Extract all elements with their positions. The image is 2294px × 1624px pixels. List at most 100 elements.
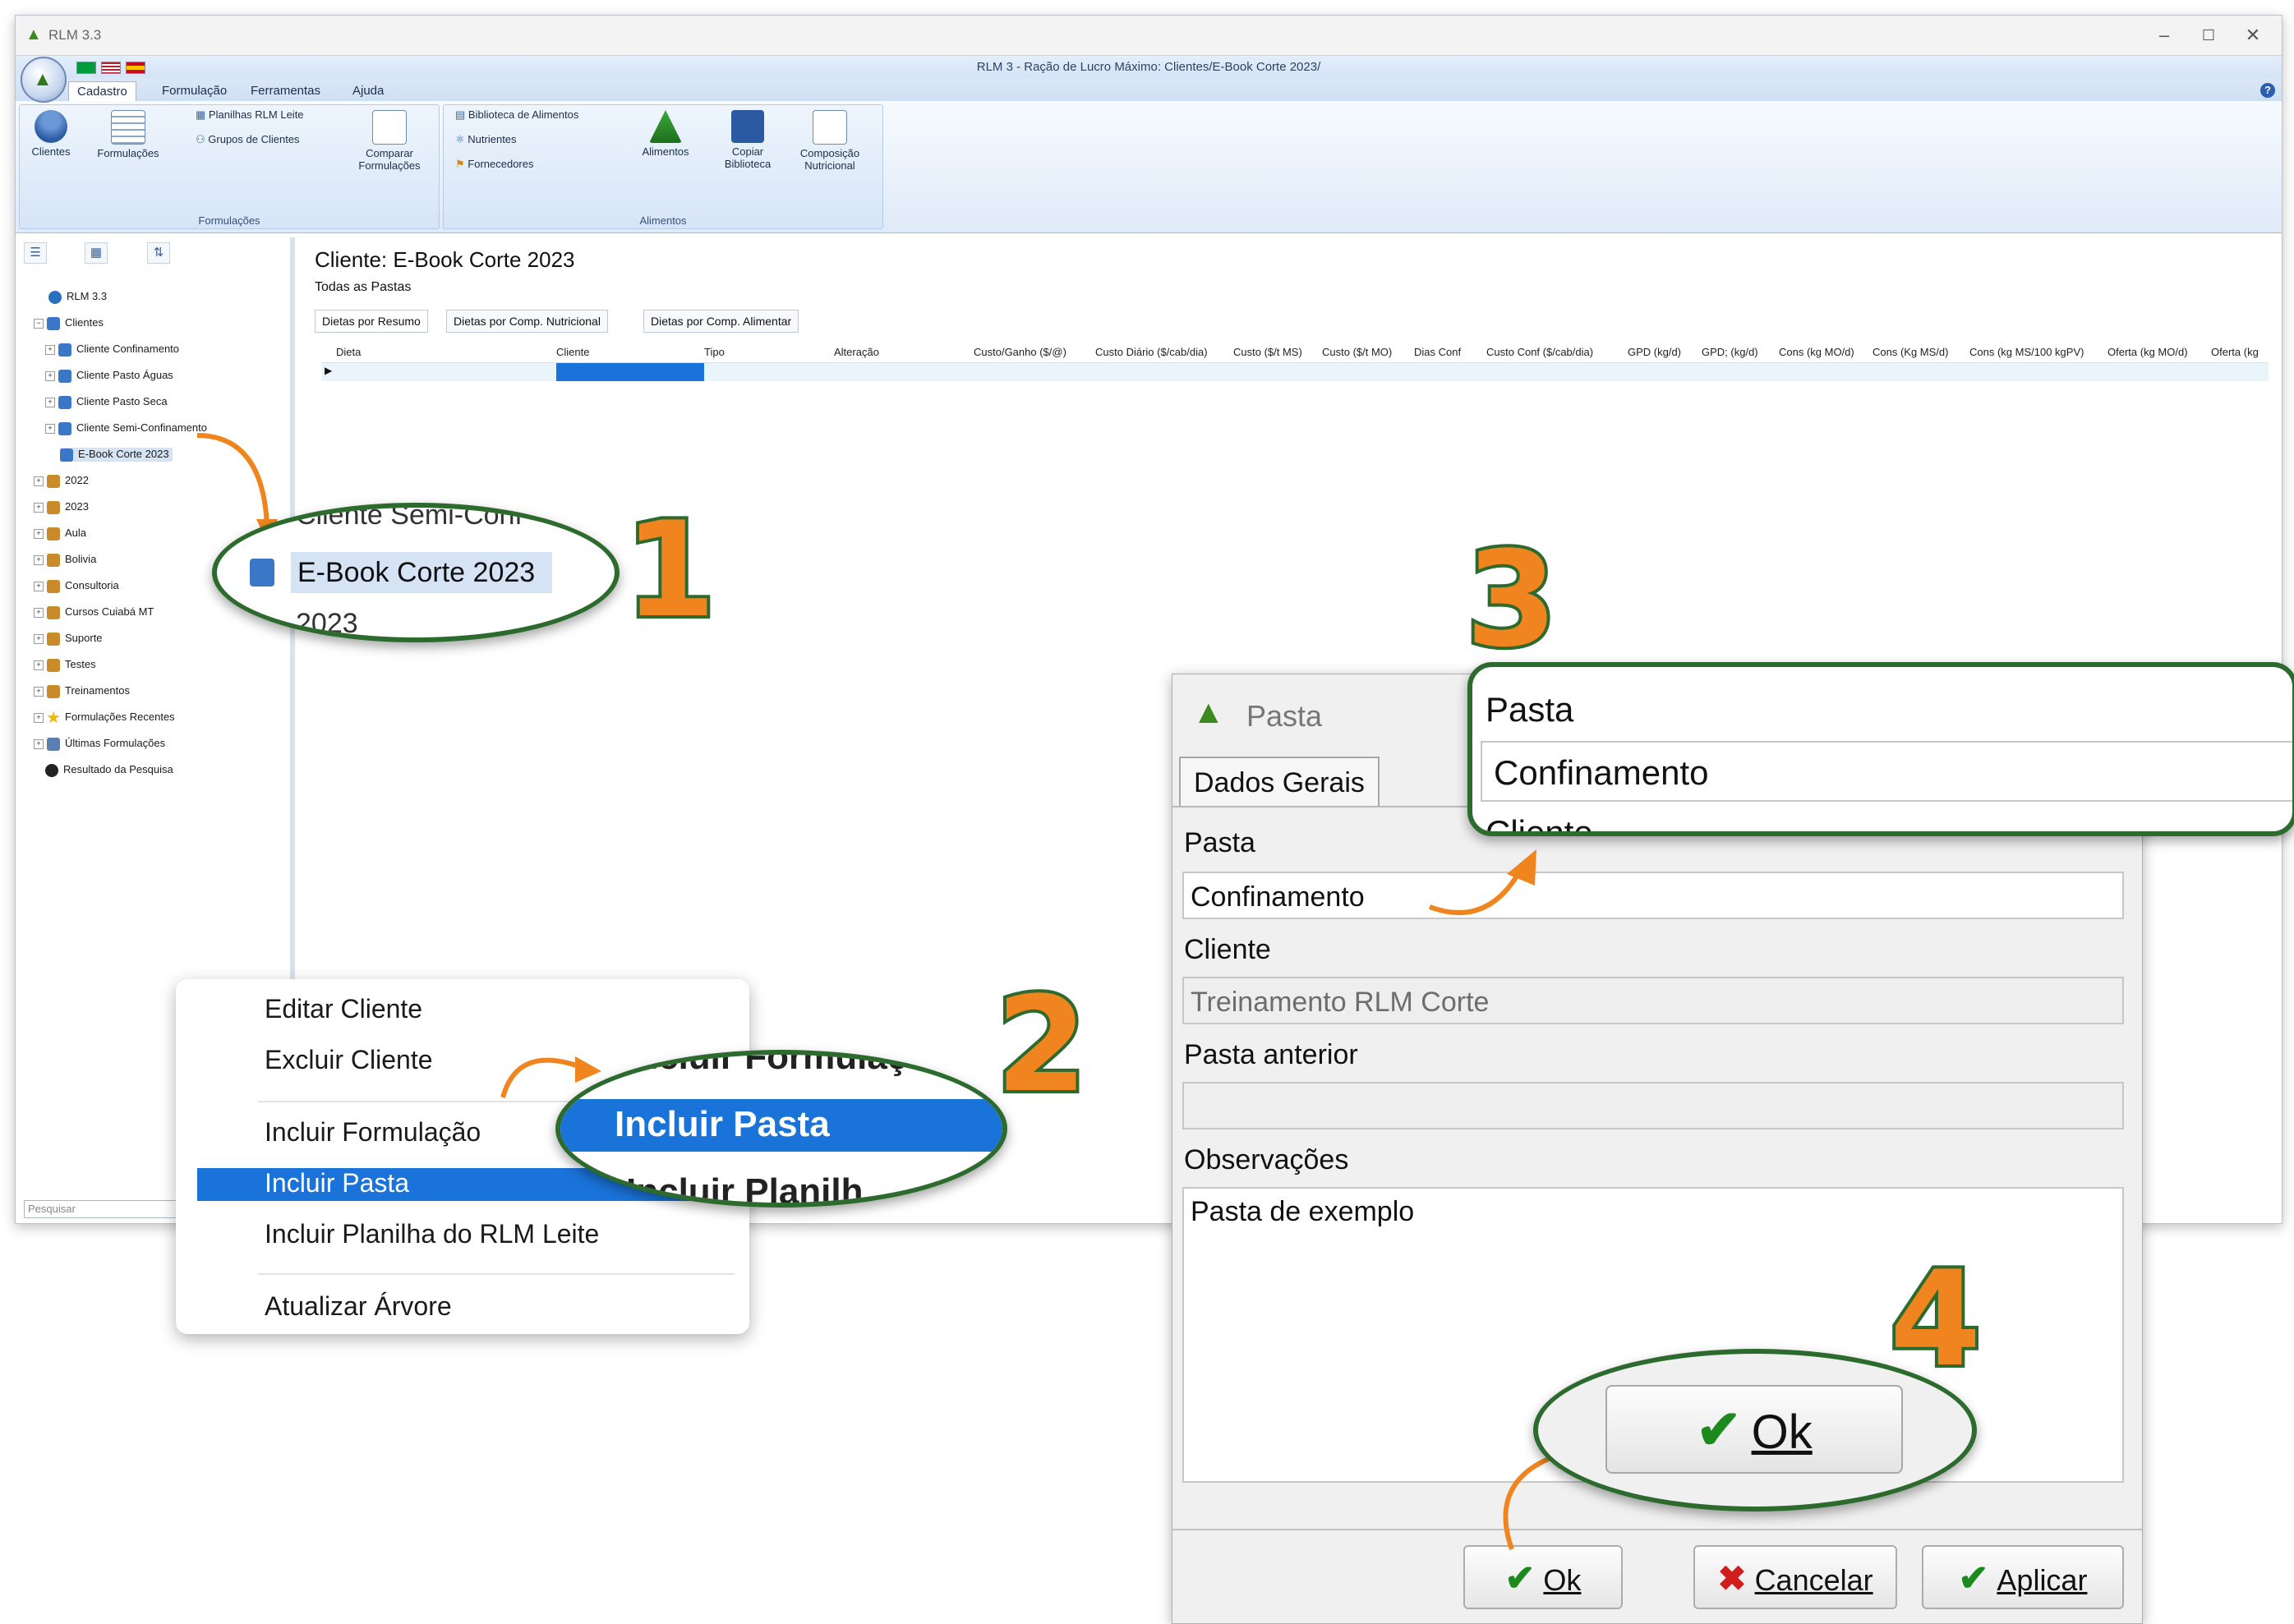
- tree-folder[interactable]: + Consultoria: [34, 579, 119, 593]
- column-header[interactable]: Custo Diário ($/cab/dia): [1095, 346, 1208, 358]
- tab-formulacao[interactable]: Formulação: [154, 81, 235, 101]
- tree-folder-ultimas[interactable]: + Últimas Formulações: [34, 737, 165, 751]
- expand-icon[interactable]: +: [34, 712, 44, 723]
- planilhas-rlm-leite-button[interactable]: ▦ Planilhas RLM Leite: [196, 108, 304, 122]
- column-header[interactable]: Oferta (kg MO/d): [2107, 346, 2188, 358]
- column-header[interactable]: Tipo: [704, 346, 725, 358]
- column-header[interactable]: Cons (kg MS/100 kgPV): [1969, 346, 2084, 358]
- tree-view-icon[interactable]: ☰: [24, 242, 47, 264]
- expand-icon[interactable]: +: [34, 476, 44, 486]
- tree-search-result[interactable]: Resultado da Pesquisa: [45, 763, 173, 777]
- tree-folder[interactable]: + Treinamentos: [34, 684, 130, 698]
- column-header[interactable]: Dieta: [336, 346, 361, 358]
- biblioteca-alimentos-button[interactable]: ▤ Biblioteca de Alimentos: [455, 108, 578, 122]
- tab-cadastro[interactable]: Cadastro: [68, 81, 136, 102]
- tree-root[interactable]: RLM 3.3: [48, 290, 107, 304]
- column-header[interactable]: Dias Conf: [1414, 346, 1461, 358]
- pasta-field[interactable]: Confinamento: [1182, 872, 2124, 919]
- comparar-formulacoes-button[interactable]: Comparar Formulações: [348, 110, 431, 172]
- menu-item-excluir-cliente[interactable]: Excluir Cliente: [265, 1045, 433, 1075]
- callout-partial-text: Cliente: [1486, 813, 1593, 836]
- minimize-button[interactable]: –: [2144, 22, 2185, 48]
- copiar-biblioteca-button[interactable]: Copiar Biblioteca: [715, 110, 781, 170]
- table-icon: [111, 110, 145, 145]
- tree-item-cliente-pasto-seca[interactable]: + Cliente Pasto Seca: [45, 395, 168, 409]
- expand-icon[interactable]: +: [34, 502, 44, 513]
- column-header[interactable]: GPD (kg/d): [1628, 346, 1681, 358]
- tree-item-cliente-pasto-aguas[interactable]: + Cliente Pasto Águas: [45, 369, 173, 383]
- column-header[interactable]: GPD; (kg/d): [1702, 346, 1758, 358]
- sort-icon[interactable]: ⇅: [147, 242, 170, 264]
- tree-folder[interactable]: + Aula: [34, 527, 86, 541]
- ok-button[interactable]: ✔ Ok: [1463, 1545, 1623, 1609]
- expand-icon[interactable]: +: [34, 660, 44, 670]
- tree-folder[interactable]: + Testes: [34, 658, 96, 672]
- tree-item-cliente-confinamento[interactable]: + Cliente Confinamento: [45, 343, 179, 357]
- column-header[interactable]: Alteração: [834, 346, 879, 358]
- expand-icon[interactable]: +: [45, 423, 55, 434]
- grupos-de-clientes-button[interactable]: ⚇ Grupos de Clientes: [196, 133, 300, 146]
- pasta-anterior-field[interactable]: [1182, 1082, 2124, 1129]
- flag-spain-icon[interactable]: [126, 62, 145, 74]
- flag-usa-icon[interactable]: [101, 62, 121, 74]
- composicao-nutricional-button[interactable]: Composição Nutricional: [789, 110, 871, 172]
- expand-icon[interactable]: +: [45, 344, 55, 355]
- collapse-icon[interactable]: −: [34, 318, 44, 329]
- tab-dietas-resumo[interactable]: Dietas por Resumo: [315, 310, 428, 333]
- tree-folder-recentes[interactable]: + Formulações Recentes: [34, 711, 175, 725]
- cancel-button[interactable]: ✖ Cancelar: [1693, 1545, 1897, 1609]
- column-header[interactable]: Cons (Kg MS/d): [1873, 346, 1948, 358]
- table-row[interactable]: ▶: [321, 362, 2269, 381]
- tree-clientes[interactable]: − Clientes: [34, 316, 104, 330]
- column-header[interactable]: Oferta (kg: [2211, 346, 2259, 358]
- ribbon: Clientes Formulações ▦ Planilhas RLM Lei…: [16, 101, 2282, 233]
- close-button[interactable]: ✕: [2232, 22, 2273, 48]
- expand-icon[interactable]: +: [34, 581, 44, 591]
- expand-icon[interactable]: +: [45, 397, 55, 407]
- column-header[interactable]: Cons (kg MO/d): [1779, 346, 1854, 358]
- apply-button[interactable]: ✔ Aplicar: [1922, 1545, 2124, 1609]
- tree-folder[interactable]: +2022: [34, 474, 89, 488]
- formulacoes-button[interactable]: Formulações: [87, 110, 169, 159]
- column-header[interactable]: Custo ($/t MO): [1322, 346, 1392, 358]
- tab-dietas-comp-nutricional[interactable]: Dietas por Comp. Nutricional: [446, 310, 608, 333]
- tab-dietas-comp-alimentar[interactable]: Dietas por Comp. Alimentar: [643, 310, 799, 333]
- clientes-button[interactable]: Clientes: [25, 110, 77, 158]
- expand-icon[interactable]: +: [34, 738, 44, 749]
- expand-icon[interactable]: +: [34, 554, 44, 565]
- tab-ajuda[interactable]: Ajuda: [344, 81, 392, 101]
- column-header[interactable]: Custo ($/t MS): [1233, 346, 1302, 358]
- maximize-button[interactable]: ☐: [2188, 22, 2229, 48]
- fornecedores-button[interactable]: ⚑ Fornecedores: [455, 158, 534, 171]
- expand-icon[interactable]: +: [34, 528, 44, 539]
- group-formulacoes: Clientes Formulações ▦ Planilhas RLM Lei…: [19, 104, 440, 229]
- menu-item-atualizar-arvore[interactable]: Atualizar Árvore: [265, 1291, 452, 1322]
- tree-folder[interactable]: + Cursos Cuiabá MT: [34, 605, 154, 619]
- tree-folder[interactable]: + Bolivia: [34, 553, 96, 567]
- menu-item-incluir-pasta[interactable]: Incluir Pasta: [265, 1168, 409, 1198]
- menu-item-incluir-planilha[interactable]: Incluir Planilha do RLM Leite: [265, 1219, 599, 1249]
- tree-folder[interactable]: +2023: [34, 500, 89, 514]
- tree-item-ebook-corte-2023[interactable]: E-Book Corte 2023: [60, 448, 173, 462]
- expand-icon[interactable]: +: [34, 686, 44, 697]
- tree-folder[interactable]: + Suporte: [34, 632, 103, 646]
- help-icon[interactable]: ?: [2260, 83, 2275, 98]
- flag-brazil-icon[interactable]: [76, 62, 96, 74]
- column-header[interactable]: Custo Conf ($/cab/dia): [1486, 346, 1593, 358]
- alimentos-button[interactable]: Alimentos: [633, 110, 698, 158]
- menu-item-editar-cliente[interactable]: Editar Cliente: [265, 994, 422, 1024]
- nutrientes-button[interactable]: ⚛ Nutrientes: [455, 133, 517, 146]
- expand-icon[interactable]: +: [34, 607, 44, 618]
- tree-item-cliente-semi-confinamento[interactable]: + Cliente Semi-Confinamento: [45, 421, 207, 435]
- tab-dados-gerais[interactable]: Dados Gerais: [1179, 757, 1380, 807]
- expand-icon[interactable]: +: [34, 633, 44, 644]
- application-menu-button[interactable]: ▲: [21, 57, 67, 103]
- column-header[interactable]: Custo/Ganho ($/@): [974, 346, 1066, 358]
- menu-item-incluir-formulacao[interactable]: Incluir Formulação: [265, 1117, 481, 1148]
- column-header[interactable]: Cliente: [556, 346, 589, 358]
- search-input[interactable]: Pesquisar: [24, 1200, 185, 1218]
- tab-ferramentas[interactable]: Ferramentas: [242, 81, 329, 101]
- selected-cell[interactable]: [556, 363, 704, 381]
- expand-icon[interactable]: +: [45, 370, 55, 381]
- list-view-icon[interactable]: ▦: [85, 242, 108, 264]
